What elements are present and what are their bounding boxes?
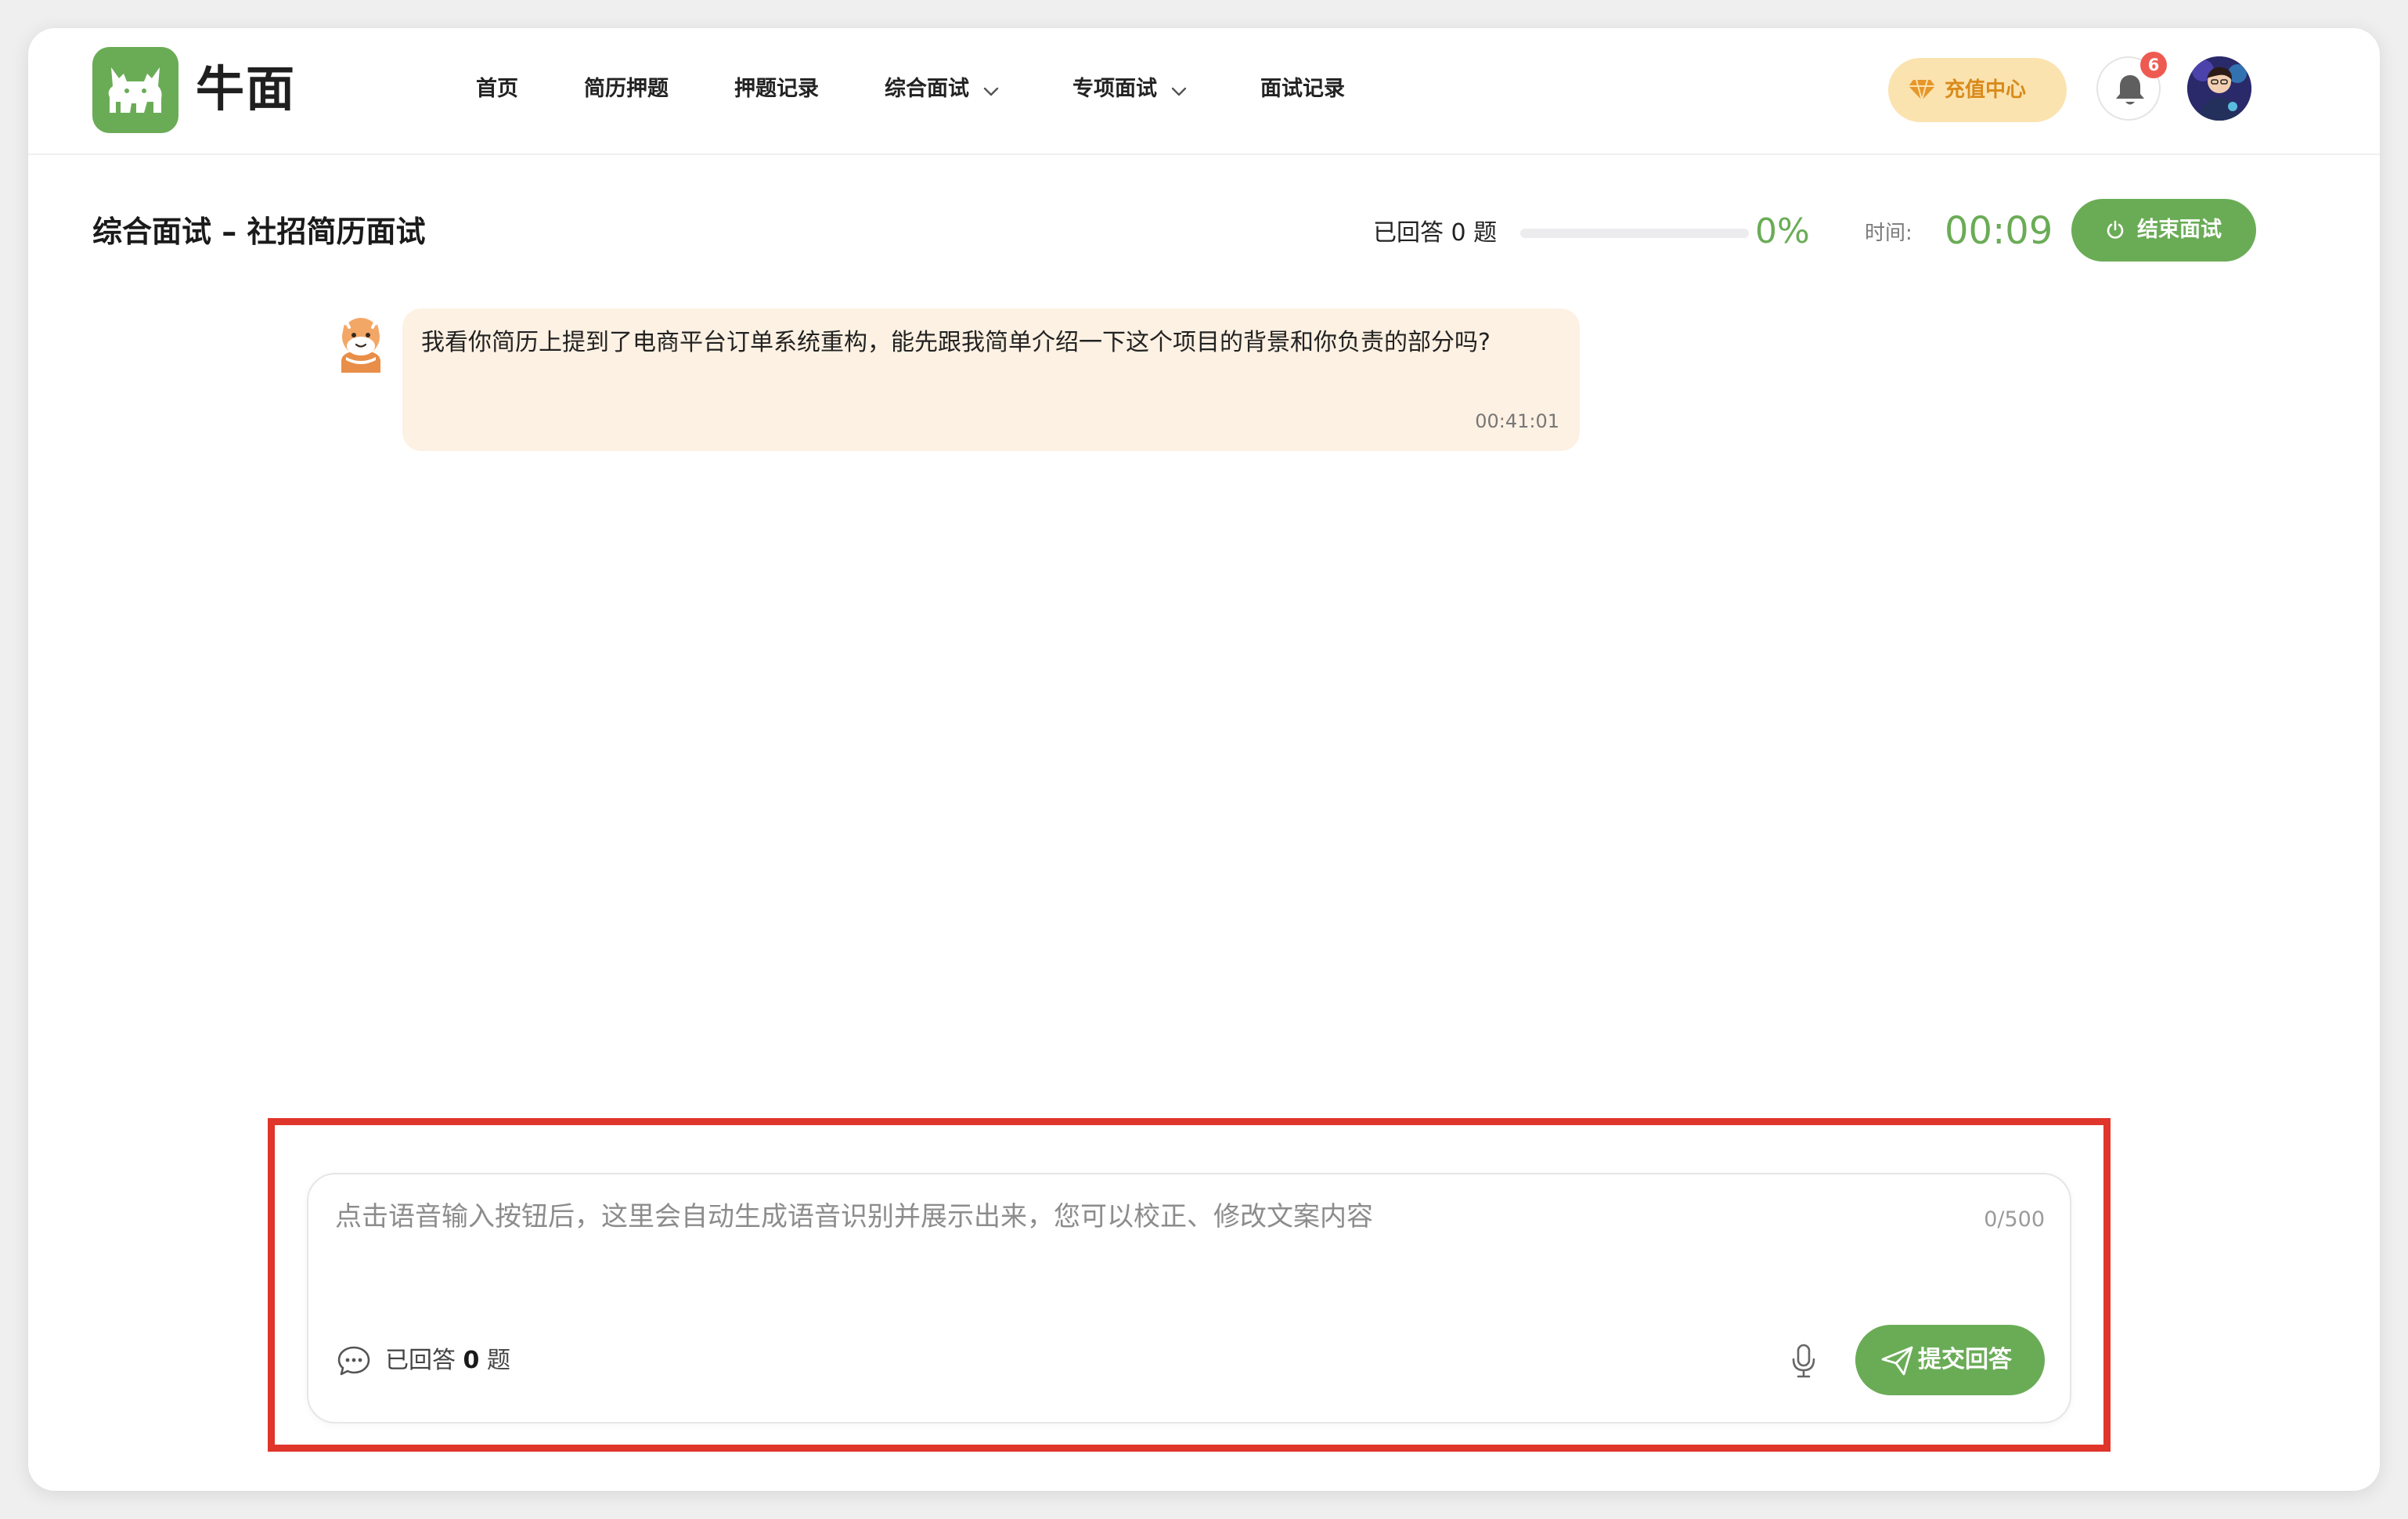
nav-item-special-interview[interactable]: 专项面试: [1072, 72, 1187, 107]
message-text: 我看你简历上提到了电商平台订单系统重构，能先跟我简单介绍一下这个项目的背景和你负…: [421, 329, 1491, 356]
nav-item-label: 专项面试: [1072, 77, 1157, 101]
page-title: 综合面试 – 社招简历面试: [92, 215, 426, 249]
interviewer-message: 我看你简历上提到了电商平台订单系统重构，能先跟我简单介绍一下这个项目的背景和你负…: [402, 308, 1580, 451]
answer-composer: 0/500 已回答 0 题 提: [307, 1173, 2071, 1423]
microphone-icon: [1792, 1344, 1815, 1378]
diamond-icon: [1909, 79, 1935, 103]
answered-suffix: 题: [486, 1347, 510, 1374]
recharge-center-button[interactable]: 充值中心: [1888, 58, 2067, 122]
chevron-down-icon: [983, 73, 999, 107]
nav-item-question-records[interactable]: 押题记录: [734, 72, 819, 106]
progress-percent: 0%: [1755, 211, 1810, 251]
timer-label: 时间:: [1865, 222, 1912, 245]
brand-name[interactable]: 牛面: [196, 58, 296, 121]
end-interview-label: 结束面试: [2137, 218, 2222, 242]
notification-count-badge: 6: [2140, 52, 2167, 78]
submit-answer-label: 提交回答: [1918, 1346, 2012, 1373]
answered-prefix: 已回答: [385, 1347, 456, 1374]
nav-item-comprehensive-interview[interactable]: 综合面试: [885, 72, 999, 107]
send-icon: [1881, 1346, 1913, 1376]
bull-logo-icon[interactable]: [92, 47, 178, 133]
recharge-label: 充值中心: [1945, 78, 2027, 102]
nav-item-label: 综合面试: [885, 77, 969, 101]
power-icon: [2107, 220, 2124, 239]
nav-item-home[interactable]: 首页: [476, 72, 518, 106]
timer-value: 00:09: [1945, 209, 2053, 253]
nav-item-resume-questions[interactable]: 简历押题: [584, 72, 669, 106]
avatar[interactable]: [2187, 56, 2251, 121]
answer-input[interactable]: [335, 1195, 1940, 1289]
answered-count-summary: 已回答 0 题: [385, 1342, 510, 1380]
end-interview-button[interactable]: 结束面试: [2071, 199, 2256, 262]
answered-count: 0: [463, 1347, 480, 1374]
top-navbar: 牛面 首页 简历押题 押题记录 综合面试 专项面试 面试记录 充值中心 6: [28, 28, 2380, 155]
voice-input-button[interactable]: [1782, 1339, 1826, 1383]
message-timestamp: 00:41:01: [1475, 410, 1559, 432]
submit-answer-button[interactable]: 提交回答: [1855, 1325, 2045, 1395]
bell-icon: [2116, 75, 2144, 105]
answered-count-label: 已回答 0 题: [1373, 219, 1498, 247]
chat-bubble-icon: [337, 1345, 371, 1380]
app-window: 牛面 首页 简历押题 押题记录 综合面试 专项面试 面试记录 充值中心 6 综合…: [28, 28, 2380, 1491]
nav-item-interview-records[interactable]: 面试记录: [1260, 72, 1345, 106]
interviewer-avatar: [329, 308, 393, 373]
character-counter: 0/500: [1984, 1207, 2045, 1232]
progress-bar: [1520, 229, 1749, 238]
chevron-down-icon: [1171, 73, 1187, 107]
